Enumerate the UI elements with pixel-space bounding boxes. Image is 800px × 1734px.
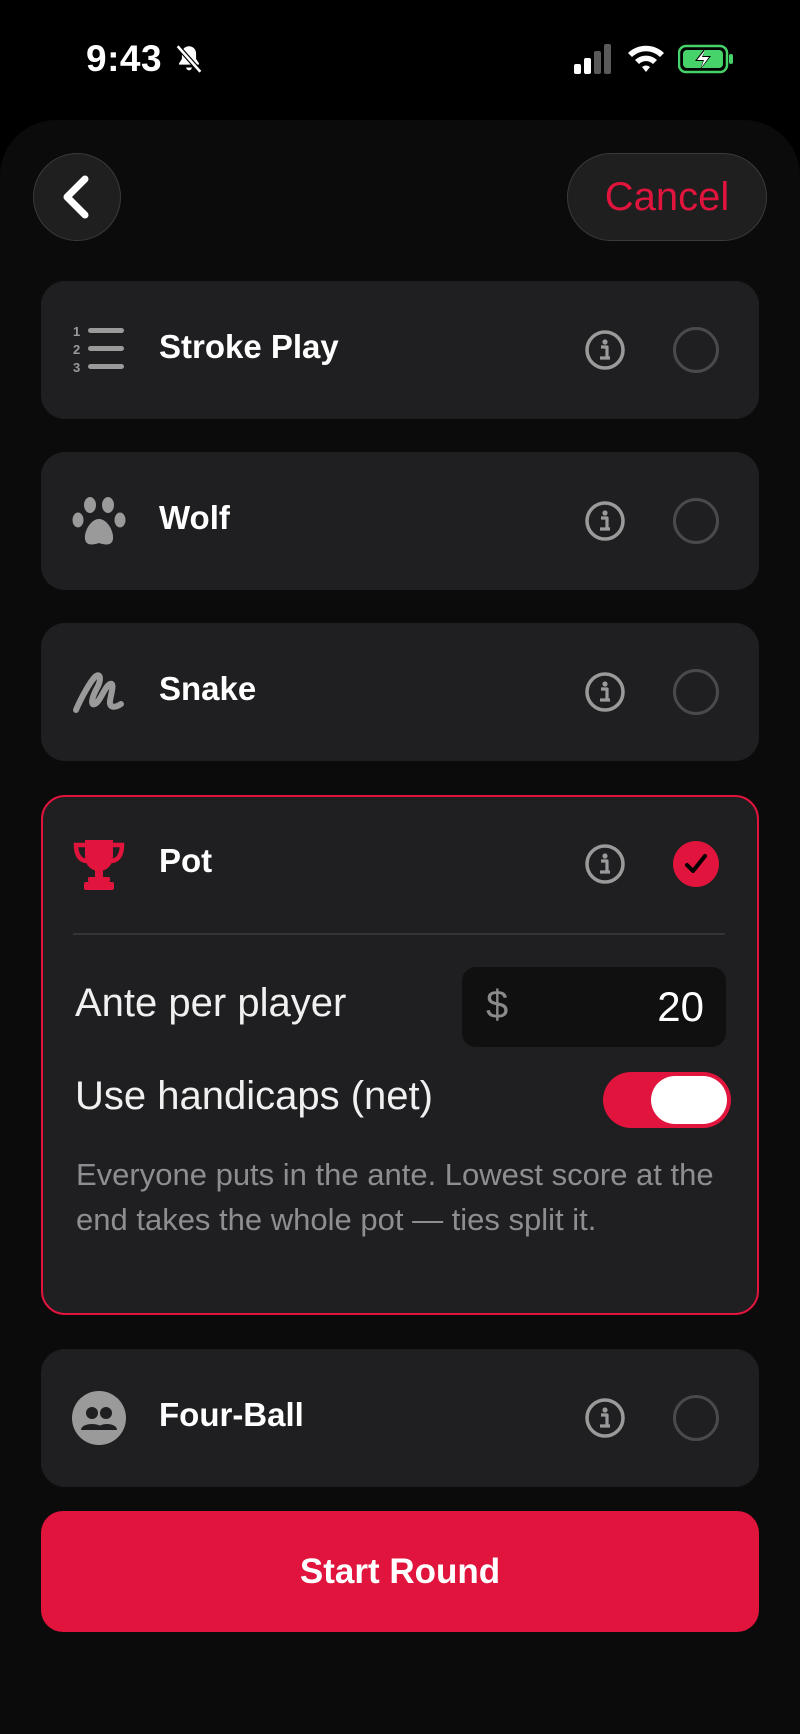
info-icon[interactable] xyxy=(584,843,626,885)
handicap-label: Use handicaps (net) xyxy=(75,1074,433,1118)
game-option-pot[interactable]: Pot Ante per player $ 20 Use handicaps (… xyxy=(41,795,759,1315)
game-title: Snake xyxy=(159,670,257,707)
handicap-toggle[interactable] xyxy=(603,1072,731,1128)
radio-unselected[interactable] xyxy=(673,327,719,373)
ante-input[interactable]: $ 20 xyxy=(462,967,726,1047)
info-icon[interactable] xyxy=(584,671,626,713)
svg-text:2: 2 xyxy=(73,342,80,357)
info-icon[interactable] xyxy=(584,329,626,371)
svg-text:1: 1 xyxy=(73,324,80,339)
cancel-button[interactable]: Cancel xyxy=(567,153,767,241)
divider xyxy=(73,933,725,935)
radio-selected[interactable] xyxy=(673,841,719,887)
pot-description: Everyone puts in the ante. Lowest score … xyxy=(76,1157,714,1237)
radio-unselected[interactable] xyxy=(673,669,719,715)
paw-icon xyxy=(72,497,126,545)
bell-slash-icon xyxy=(175,44,203,74)
ante-value: 20 xyxy=(657,983,704,1030)
start-round-button[interactable]: Start Round xyxy=(41,1511,759,1632)
back-button[interactable] xyxy=(33,153,121,241)
game-option-wolf[interactable]: Wolf xyxy=(41,452,759,590)
checkmark-icon xyxy=(685,854,707,873)
currency-symbol: $ xyxy=(486,983,509,1027)
game-option-stroke-play[interactable]: 1 2 3 Stroke Play xyxy=(41,281,759,419)
status-bar: 9:43 xyxy=(0,0,800,120)
game-title: Wolf xyxy=(159,499,230,536)
squiggle-icon xyxy=(73,672,124,713)
svg-text:3: 3 xyxy=(73,360,80,375)
radio-unselected[interactable] xyxy=(673,498,719,544)
radio-unselected[interactable] xyxy=(673,1395,719,1441)
info-icon[interactable] xyxy=(584,500,626,542)
people-icon xyxy=(72,1391,126,1445)
numbered-list-icon: 1 2 3 xyxy=(73,324,124,375)
game-title: Pot xyxy=(159,842,213,879)
status-time: 9:43 xyxy=(86,38,163,79)
cellular-signal-icon xyxy=(574,44,611,74)
game-title: Stroke Play xyxy=(159,328,339,365)
game-title: Four-Ball xyxy=(159,1396,304,1433)
info-icon[interactable] xyxy=(584,1397,626,1439)
game-option-four-ball[interactable]: Four-Ball xyxy=(41,1349,759,1487)
trophy-icon xyxy=(73,840,125,890)
wifi-icon xyxy=(628,45,664,72)
battery-charging-icon xyxy=(678,44,733,74)
ante-label: Ante per player xyxy=(75,981,347,1025)
toggle-knob xyxy=(651,1076,727,1124)
game-option-snake[interactable]: Snake xyxy=(41,623,759,761)
chevron-left-icon xyxy=(63,175,89,219)
